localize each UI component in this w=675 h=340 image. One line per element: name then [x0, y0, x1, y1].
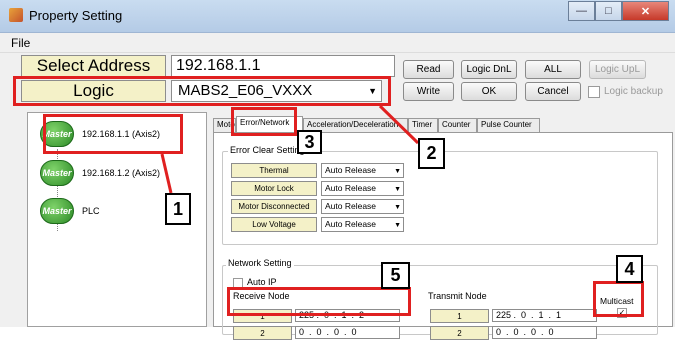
transmit-node-index: 2	[430, 326, 489, 340]
callout-3: 3	[297, 130, 322, 154]
connector-2	[378, 104, 420, 145]
callout-4: 4	[616, 255, 643, 283]
callout-connectors	[160, 104, 420, 194]
callout-2: 2	[418, 138, 445, 169]
receive-node-index: 2	[233, 326, 292, 340]
callout-1: 1	[165, 193, 191, 225]
callout-5: 5	[381, 262, 410, 289]
receive-node-ip[interactable]: 0 . 0 . 0 . 0	[295, 326, 400, 339]
connector-1	[160, 153, 173, 194]
transmit-node-ip[interactable]: 0 . 0 . 0 . 0	[492, 326, 597, 339]
